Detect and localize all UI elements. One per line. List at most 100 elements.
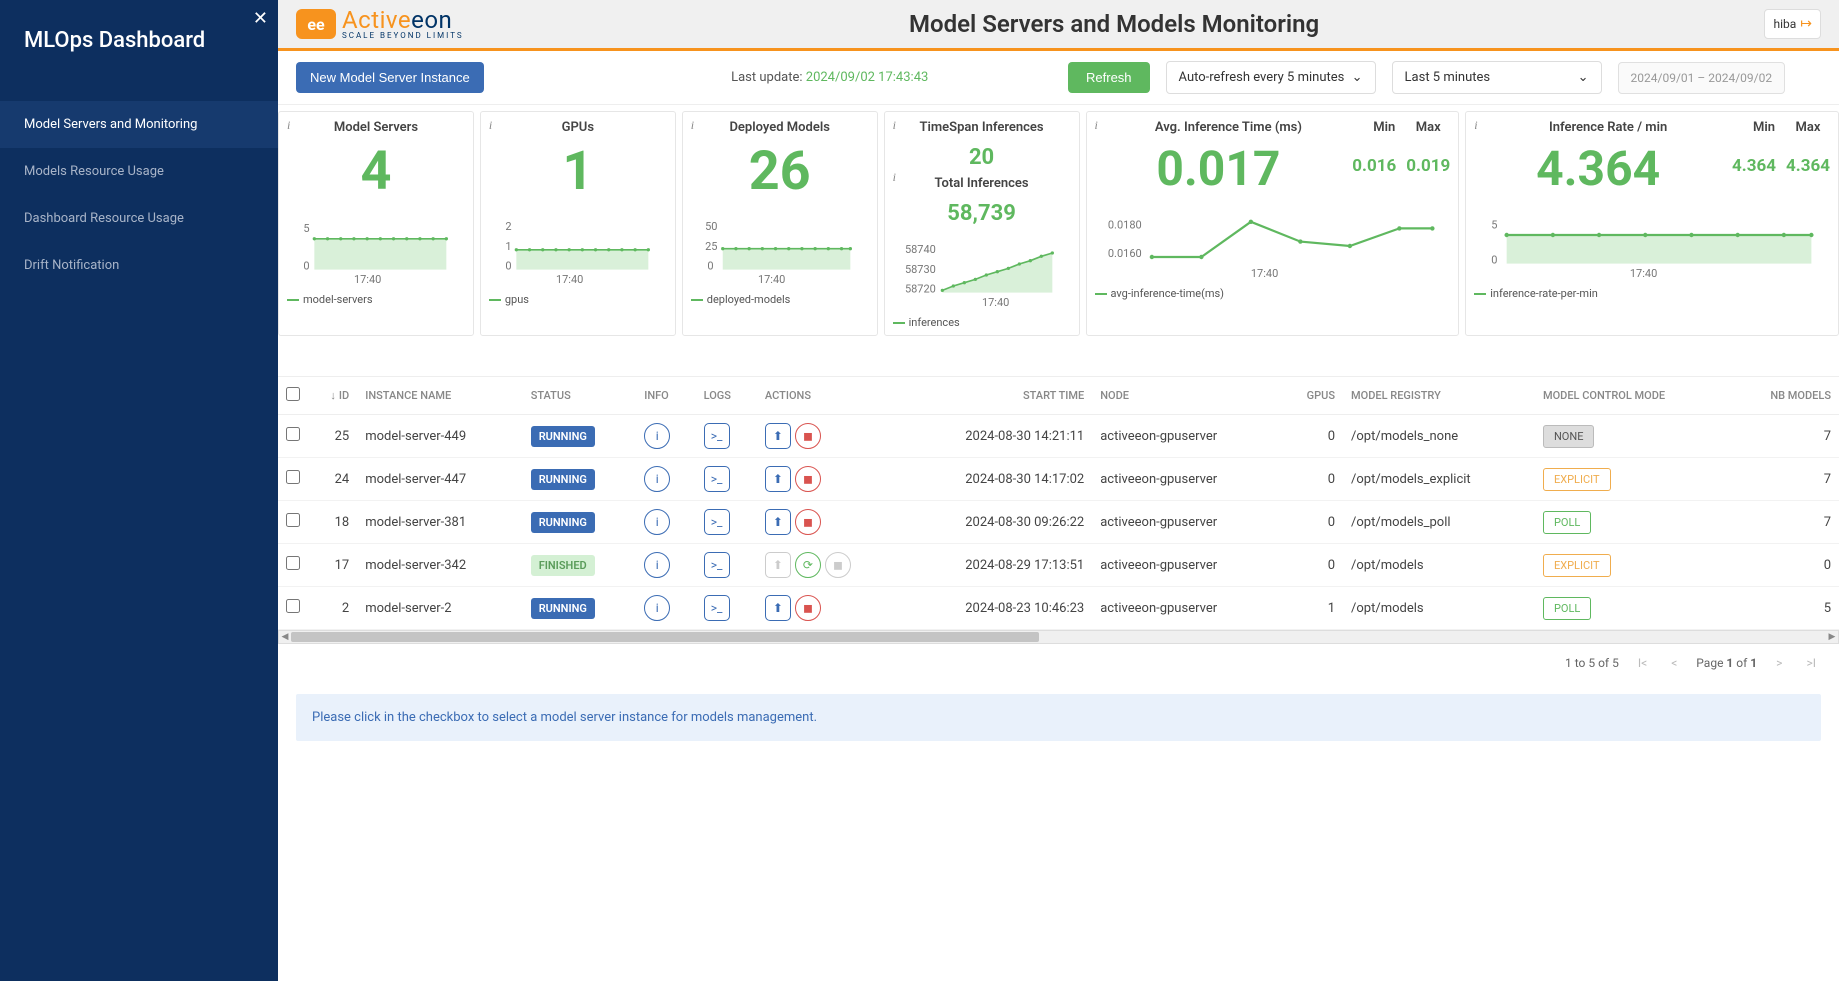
cell-start-time: 2024-08-29 17:13:51 xyxy=(901,544,1092,587)
cell-node: activeeon-gpuserver xyxy=(1092,415,1280,458)
cell-registry: /opt/models_poll xyxy=(1343,501,1535,544)
logs-button[interactable]: >_ xyxy=(704,552,730,578)
cell-id: 25 xyxy=(308,415,357,458)
pager-first-icon[interactable]: I< xyxy=(1633,654,1652,672)
info-button[interactable]: i xyxy=(644,466,670,492)
logs-button[interactable]: >_ xyxy=(704,466,730,492)
col-actions[interactable]: ACTIONS xyxy=(757,377,901,415)
pager-prev-icon[interactable]: < xyxy=(1666,654,1682,672)
refresh-button[interactable]: Refresh xyxy=(1068,62,1150,93)
stop-button: ◼ xyxy=(825,552,851,578)
svg-text:5: 5 xyxy=(303,222,309,235)
col-registry[interactable]: MODEL REGISTRY xyxy=(1343,377,1535,415)
col-gpus[interactable]: GPUS xyxy=(1280,377,1343,415)
logs-button[interactable]: >_ xyxy=(704,423,730,449)
logs-button[interactable]: >_ xyxy=(704,509,730,535)
table-row: 17model-server-342FINISHEDi>_⬆⟳◼2024-08-… xyxy=(278,544,1839,587)
sparkline-model-servers: 50 17:40 xyxy=(287,219,465,285)
svg-text:17:40: 17:40 xyxy=(1250,267,1277,279)
cell-start-time: 2024-08-30 14:17:02 xyxy=(901,458,1092,501)
info-button[interactable]: i xyxy=(644,595,670,621)
upload-button[interactable]: ⬆ xyxy=(765,466,791,492)
logs-button[interactable]: >_ xyxy=(704,595,730,621)
upload-button[interactable]: ⬆ xyxy=(765,423,791,449)
upload-button[interactable]: ⬆ xyxy=(765,509,791,535)
sparkline-gpus: 210 17:40 xyxy=(489,219,667,285)
info-icon[interactable]: i xyxy=(893,118,896,133)
card-inferences: i i TimeSpan Inferences 20 Total Inferen… xyxy=(884,111,1080,336)
col-nbmodels[interactable]: NB MODELS xyxy=(1730,377,1839,415)
pager-last-icon[interactable]: >I xyxy=(1801,654,1821,672)
cell-nbmodels: 0 xyxy=(1730,544,1839,587)
upload-button[interactable]: ⬆ xyxy=(765,595,791,621)
sidebar-title: MLOps Dashboard xyxy=(24,28,254,53)
col-status[interactable]: STATUS xyxy=(523,377,637,415)
user-menu[interactable]: hiba ↦ xyxy=(1764,9,1821,39)
info-icon[interactable]: i xyxy=(691,118,694,133)
sort-id[interactable]: ↓ ID xyxy=(330,389,349,402)
col-mode[interactable]: MODEL CONTROL MODE xyxy=(1535,377,1730,415)
info-icon[interactable]: i xyxy=(489,118,492,133)
logout-icon: ↦ xyxy=(1800,16,1812,32)
cell-start-time: 2024-08-23 10:46:23 xyxy=(901,587,1092,630)
table-row: 25model-server-449RUNNINGi>_⬆◼2024-08-30… xyxy=(278,415,1839,458)
new-model-server-button[interactable]: New Model Server Instance xyxy=(296,62,484,93)
mode-badge: NONE xyxy=(1543,425,1595,448)
info-icon[interactable]: i xyxy=(1474,118,1477,133)
row-checkbox[interactable] xyxy=(286,556,300,570)
sidebar-item-3[interactable]: Drift Notification xyxy=(0,242,278,289)
cell-gpus: 1 xyxy=(1280,587,1343,630)
info-button[interactable]: i xyxy=(644,552,670,578)
stop-button[interactable]: ◼ xyxy=(795,595,821,621)
mode-badge: EXPLICIT xyxy=(1543,554,1611,577)
svg-text:0.0160: 0.0160 xyxy=(1107,247,1141,260)
info-button[interactable]: i xyxy=(644,509,670,535)
card-avg-inference-time: i Avg. Inference Time (ms) Min Max 0.017… xyxy=(1086,111,1460,336)
svg-text:17:40: 17:40 xyxy=(556,273,583,285)
info-button[interactable]: i xyxy=(644,423,670,449)
info-icon[interactable]: i xyxy=(287,118,290,133)
brand-logo: ee Activeeon SCALE BEYOND LIMITS xyxy=(296,8,464,40)
svg-text:17:40: 17:40 xyxy=(1630,267,1657,279)
info-icon[interactable]: i xyxy=(893,170,896,185)
horizontal-scrollbar[interactable]: ◀▶ xyxy=(278,630,1839,644)
daterange-picker[interactable]: 2024/09/01 – 2024/09/02 xyxy=(1618,62,1786,94)
stop-button[interactable]: ◼ xyxy=(795,509,821,535)
svg-text:17:40: 17:40 xyxy=(354,273,381,285)
col-info[interactable]: INFO xyxy=(636,377,695,415)
cell-id: 2 xyxy=(308,587,357,630)
row-checkbox[interactable] xyxy=(286,599,300,613)
row-checkbox[interactable] xyxy=(286,427,300,441)
restart-button[interactable]: ⟳ xyxy=(795,552,821,578)
sidebar-item-2[interactable]: Dashboard Resource Usage xyxy=(0,195,278,242)
sparkline-inferences: 587405873058720 17:40 xyxy=(893,242,1071,308)
cell-node: activeeon-gpuserver xyxy=(1092,544,1280,587)
stop-button[interactable]: ◼ xyxy=(795,423,821,449)
svg-text:17:40: 17:40 xyxy=(758,273,785,285)
table-row: 24model-server-447RUNNINGi>_⬆◼2024-08-30… xyxy=(278,458,1839,501)
info-icon[interactable]: i xyxy=(1095,118,1098,133)
auto-refresh-select[interactable]: Auto-refresh every 5 minutes ⌄ xyxy=(1166,61,1376,94)
col-start[interactable]: START TIME xyxy=(901,377,1092,415)
status-badge: RUNNING xyxy=(531,426,595,447)
cell-instance-name: model-server-342 xyxy=(357,544,522,587)
select-all-checkbox[interactable] xyxy=(286,387,300,401)
row-checkbox[interactable] xyxy=(286,513,300,527)
pager-next-icon[interactable]: > xyxy=(1771,654,1787,672)
timerange-select[interactable]: Last 5 minutes ⌄ xyxy=(1392,61,1602,94)
svg-text:0: 0 xyxy=(707,260,713,273)
logo-icon: ee xyxy=(296,9,336,39)
row-checkbox[interactable] xyxy=(286,470,300,484)
svg-text:0: 0 xyxy=(1492,254,1498,267)
col-node[interactable]: NODE xyxy=(1092,377,1280,415)
stop-button[interactable]: ◼ xyxy=(795,466,821,492)
table-row: 18model-server-381RUNNINGi>_⬆◼2024-08-30… xyxy=(278,501,1839,544)
sidebar-close-icon[interactable]: ✕ xyxy=(253,8,268,29)
sidebar-item-1[interactable]: Models Resource Usage xyxy=(0,148,278,195)
cell-gpus: 0 xyxy=(1280,544,1343,587)
col-logs[interactable]: LOGS xyxy=(696,377,757,415)
sidebar-item-0[interactable]: Model Servers and Monitoring xyxy=(0,101,278,148)
sparkline-avg-inf: 0.01800.0160 17:40 xyxy=(1095,213,1451,279)
card-deployed-models: i Deployed Models 26 50250 17:40 deploye… xyxy=(682,111,878,336)
col-instance[interactable]: INSTANCE NAME xyxy=(357,377,522,415)
